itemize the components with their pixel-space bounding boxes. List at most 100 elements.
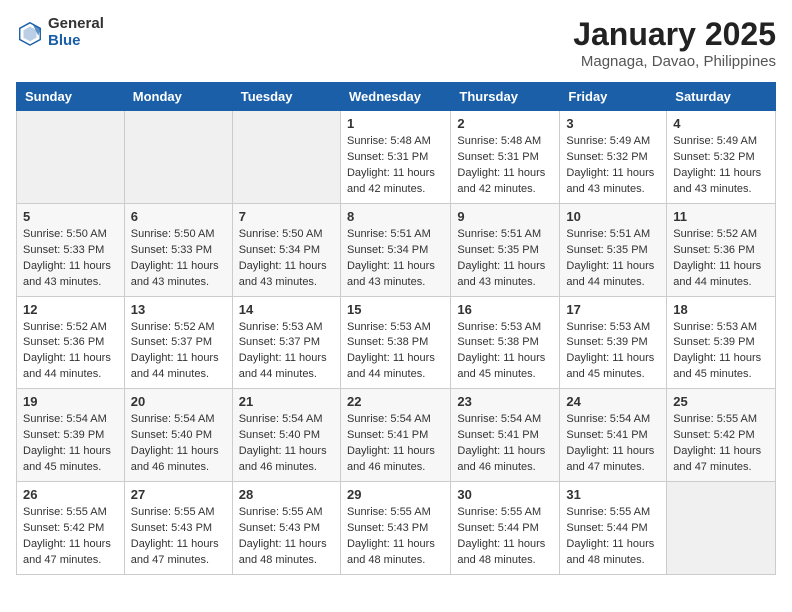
day-info: Sunrise: 5:50 AM Sunset: 5:33 PM Dayligh… <box>131 227 226 291</box>
calendar-cell <box>667 482 776 575</box>
weekday-header-row: SundayMondayTuesdayWednesdayThursdayFrid… <box>17 83 776 111</box>
logo-text: General Blue <box>48 16 104 49</box>
day-info: Sunrise: 5:54 AM Sunset: 5:41 PM Dayligh… <box>347 412 444 476</box>
day-number: 26 <box>23 487 118 502</box>
day-number: 3 <box>566 116 660 131</box>
day-number: 31 <box>566 487 660 502</box>
day-number: 4 <box>673 116 769 131</box>
calendar-cell: 8 Sunrise: 5:51 AM Sunset: 5:34 PM Daylig… <box>340 203 450 296</box>
weekday-monday: Monday <box>124 83 232 111</box>
calendar-cell: 15 Sunrise: 5:53 AM Sunset: 5:38 PM Dayli… <box>340 296 450 389</box>
day-number: 9 <box>457 209 553 224</box>
calendar-week-2: 5 Sunrise: 5:50 AM Sunset: 5:33 PM Daylig… <box>17 203 776 296</box>
day-info: Sunrise: 5:50 AM Sunset: 5:34 PM Dayligh… <box>239 227 334 291</box>
day-number: 2 <box>457 116 553 131</box>
day-info: Sunrise: 5:53 AM Sunset: 5:39 PM Dayligh… <box>566 320 660 384</box>
day-number: 11 <box>673 209 769 224</box>
weekday-wednesday: Wednesday <box>340 83 450 111</box>
calendar-week-5: 26Sunrise: 5:55 AM Sunset: 5:42 PM Dayli… <box>17 482 776 575</box>
calendar-cell: 3Sunrise: 5:49 AM Sunset: 5:32 PM Daylig… <box>560 111 667 204</box>
day-number: 24 <box>566 394 660 409</box>
calendar-cell: 20Sunrise: 5:54 AM Sunset: 5:40 PM Dayli… <box>124 389 232 482</box>
calendar-cell: 10 Sunrise: 5:51 AM Sunset: 5:35 PM Dayli… <box>560 203 667 296</box>
day-number: 10 <box>566 209 660 224</box>
day-info: Sunrise: 5:52 AM Sunset: 5:37 PM Dayligh… <box>131 320 226 384</box>
day-info: Sunrise: 5:55 AM Sunset: 5:44 PM Dayligh… <box>457 505 553 569</box>
calendar-cell: 26Sunrise: 5:55 AM Sunset: 5:42 PM Dayli… <box>17 482 125 575</box>
day-number: 18 <box>673 302 769 317</box>
day-number: 21 <box>239 394 334 409</box>
calendar-cell: 27Sunrise: 5:55 AM Sunset: 5:43 PM Dayli… <box>124 482 232 575</box>
day-info: Sunrise: 5:54 AM Sunset: 5:41 PM Dayligh… <box>566 412 660 476</box>
weekday-sunday: Sunday <box>17 83 125 111</box>
calendar-cell: 22 Sunrise: 5:54 AM Sunset: 5:41 PM Dayli… <box>340 389 450 482</box>
day-number: 29 <box>347 487 444 502</box>
day-number: 8 <box>347 209 444 224</box>
calendar-cell <box>124 111 232 204</box>
month-title: January 2025 <box>573 16 776 53</box>
calendar-cell: 2 Sunrise: 5:48 AM Sunset: 5:31 PM Daylig… <box>451 111 560 204</box>
logo-icon <box>16 19 44 47</box>
calendar-cell: 31 Sunrise: 5:55 AM Sunset: 5:44 PM Dayli… <box>560 482 667 575</box>
day-info: Sunrise: 5:55 AM Sunset: 5:43 PM Dayligh… <box>239 505 334 569</box>
weekday-saturday: Saturday <box>667 83 776 111</box>
day-info: Sunrise: 5:51 AM Sunset: 5:35 PM Dayligh… <box>566 227 660 291</box>
day-info: Sunrise: 5:54 AM Sunset: 5:40 PM Dayligh… <box>239 412 334 476</box>
day-info: Sunrise: 5:53 AM Sunset: 5:38 PM Dayligh… <box>457 320 553 384</box>
day-number: 13 <box>131 302 226 317</box>
day-number: 6 <box>131 209 226 224</box>
day-info: Sunrise: 5:48 AM Sunset: 5:31 PM Dayligh… <box>347 134 444 198</box>
day-number: 17 <box>566 302 660 317</box>
calendar-cell: 7Sunrise: 5:50 AM Sunset: 5:34 PM Daylig… <box>232 203 340 296</box>
calendar-cell: 13 Sunrise: 5:52 AM Sunset: 5:37 PM Dayli… <box>124 296 232 389</box>
weekday-thursday: Thursday <box>451 83 560 111</box>
calendar-cell: 12 Sunrise: 5:52 AM Sunset: 5:36 PM Dayli… <box>17 296 125 389</box>
day-number: 14 <box>239 302 334 317</box>
day-info: Sunrise: 5:50 AM Sunset: 5:33 PM Dayligh… <box>23 227 118 291</box>
day-info: Sunrise: 5:53 AM Sunset: 5:39 PM Dayligh… <box>673 320 769 384</box>
calendar-cell: 1Sunrise: 5:48 AM Sunset: 5:31 PM Daylig… <box>340 111 450 204</box>
day-info: Sunrise: 5:55 AM Sunset: 5:42 PM Dayligh… <box>673 412 769 476</box>
calendar: SundayMondayTuesdayWednesdayThursdayFrid… <box>16 82 776 575</box>
calendar-cell: 5 Sunrise: 5:50 AM Sunset: 5:33 PM Daylig… <box>17 203 125 296</box>
calendar-cell: 25 Sunrise: 5:55 AM Sunset: 5:42 PM Dayli… <box>667 389 776 482</box>
calendar-cell: 16 Sunrise: 5:53 AM Sunset: 5:38 PM Dayli… <box>451 296 560 389</box>
day-number: 22 <box>347 394 444 409</box>
calendar-cell: 23 Sunrise: 5:54 AM Sunset: 5:41 PM Dayli… <box>451 389 560 482</box>
day-number: 19 <box>23 394 118 409</box>
day-info: Sunrise: 5:49 AM Sunset: 5:32 PM Dayligh… <box>673 134 769 198</box>
day-info: Sunrise: 5:54 AM Sunset: 5:41 PM Dayligh… <box>457 412 553 476</box>
day-info: Sunrise: 5:52 AM Sunset: 5:36 PM Dayligh… <box>673 227 769 291</box>
calendar-cell: 19Sunrise: 5:54 AM Sunset: 5:39 PM Dayli… <box>17 389 125 482</box>
calendar-week-1: 1Sunrise: 5:48 AM Sunset: 5:31 PM Daylig… <box>17 111 776 204</box>
day-number: 25 <box>673 394 769 409</box>
day-info: Sunrise: 5:52 AM Sunset: 5:36 PM Dayligh… <box>23 320 118 384</box>
calendar-cell: 9 Sunrise: 5:51 AM Sunset: 5:35 PM Daylig… <box>451 203 560 296</box>
day-info: Sunrise: 5:53 AM Sunset: 5:37 PM Dayligh… <box>239 320 334 384</box>
calendar-cell: 28 Sunrise: 5:55 AM Sunset: 5:43 PM Dayli… <box>232 482 340 575</box>
day-number: 23 <box>457 394 553 409</box>
location: Magnaga, Davao, Philippines <box>573 53 776 70</box>
day-number: 28 <box>239 487 334 502</box>
day-number: 16 <box>457 302 553 317</box>
day-info: Sunrise: 5:55 AM Sunset: 5:43 PM Dayligh… <box>347 505 444 569</box>
day-number: 15 <box>347 302 444 317</box>
day-number: 12 <box>23 302 118 317</box>
calendar-week-3: 12 Sunrise: 5:52 AM Sunset: 5:36 PM Dayli… <box>17 296 776 389</box>
day-info: Sunrise: 5:48 AM Sunset: 5:31 PM Dayligh… <box>457 134 553 198</box>
logo-blue: Blue <box>48 33 104 50</box>
calendar-cell <box>17 111 125 204</box>
day-number: 5 <box>23 209 118 224</box>
day-info: Sunrise: 5:55 AM Sunset: 5:44 PM Dayligh… <box>566 505 660 569</box>
day-info: Sunrise: 5:51 AM Sunset: 5:34 PM Dayligh… <box>347 227 444 291</box>
calendar-cell: 11 Sunrise: 5:52 AM Sunset: 5:36 PM Dayli… <box>667 203 776 296</box>
day-info: Sunrise: 5:51 AM Sunset: 5:35 PM Dayligh… <box>457 227 553 291</box>
calendar-cell: 21 Sunrise: 5:54 AM Sunset: 5:40 PM Dayli… <box>232 389 340 482</box>
title-block: January 2025 Magnaga, Davao, Philippines <box>573 16 776 70</box>
day-info: Sunrise: 5:53 AM Sunset: 5:38 PM Dayligh… <box>347 320 444 384</box>
weekday-tuesday: Tuesday <box>232 83 340 111</box>
logo: General Blue <box>16 16 104 49</box>
calendar-cell: 29 Sunrise: 5:55 AM Sunset: 5:43 PM Dayli… <box>340 482 450 575</box>
day-number: 20 <box>131 394 226 409</box>
page-header: General Blue January 2025 Magnaga, Davao… <box>16 16 776 70</box>
